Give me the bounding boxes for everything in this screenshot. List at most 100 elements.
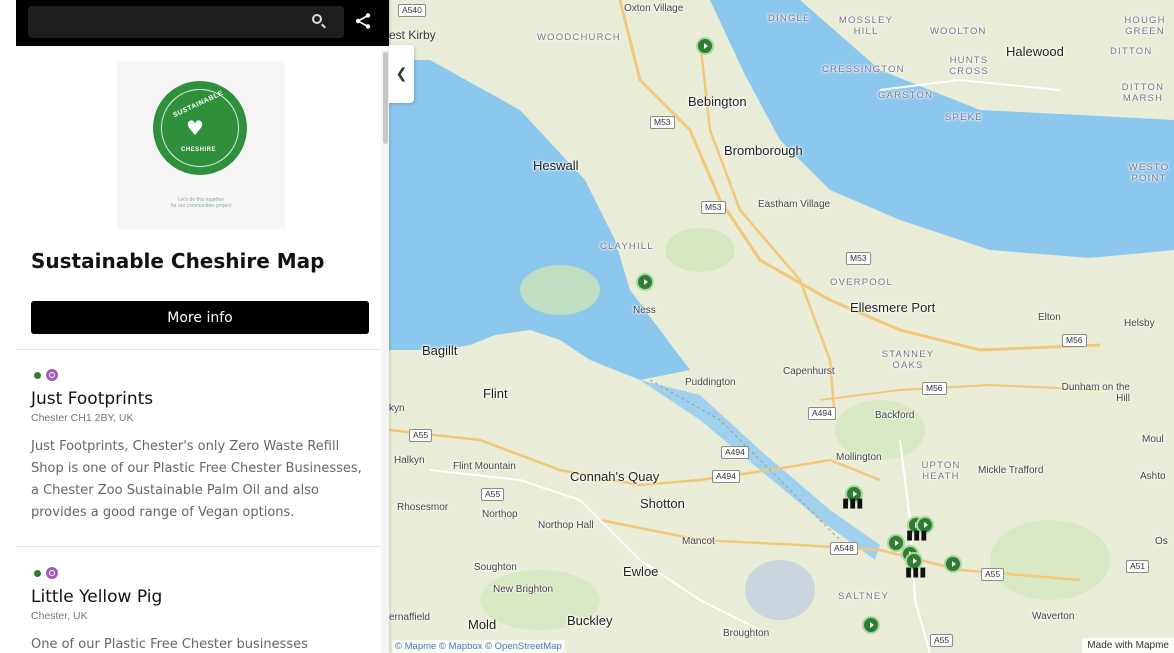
item-location: Chester CH1 2BY, UK: [31, 412, 134, 424]
heart-icon: ♥: [186, 116, 204, 140]
item-location: Chester, UK: [31, 610, 88, 622]
divider: [16, 546, 381, 547]
shop-icon: ▮▮▮: [906, 528, 928, 543]
road-shield: A51: [1126, 560, 1150, 573]
map-marker[interactable]: [944, 555, 962, 573]
map-place-label: kyn: [389, 403, 405, 414]
road-shield: A55: [930, 634, 954, 647]
map-place-label: Mancot: [682, 536, 715, 547]
map-place-label: Bagillt: [422, 343, 458, 358]
item-name: Little Yellow Pig: [31, 587, 163, 607]
road-shield: A540: [398, 4, 426, 17]
map-place-label: Eastham Village: [758, 199, 831, 210]
map-place-label: Mold: [468, 617, 497, 632]
more-info-button[interactable]: More info: [31, 301, 369, 334]
map-place-label: DINGLE: [768, 13, 811, 24]
shop-icon: ▮▮▮: [842, 496, 864, 511]
road-shield: A494: [712, 470, 740, 483]
road-shield: M53: [846, 252, 871, 265]
map-place-label: HOUGH GREEN: [1124, 15, 1166, 37]
road-shield: A55: [481, 488, 505, 501]
map-place-label: CRESSINGTON: [822, 64, 905, 75]
map-place-label: Bebington: [688, 94, 747, 109]
map-place-label: Soughton: [474, 562, 517, 573]
map-marker[interactable]: [696, 37, 714, 55]
map-marker[interactable]: [862, 616, 880, 634]
map-place-label: Northop: [482, 509, 518, 520]
page-title: Sustainable Cheshire Map: [31, 249, 325, 273]
collapse-sidebar-button[interactable]: ❮: [389, 45, 414, 103]
map-place-label: Halkyn: [394, 455, 425, 466]
map-place-label: Ewloe: [623, 564, 659, 579]
category-dots: [31, 369, 369, 381]
made-with-mapme[interactable]: Made with Mapme: [1082, 638, 1174, 653]
map-place-label: ernaffield: [389, 612, 430, 623]
map-marker[interactable]: [636, 273, 654, 291]
map-place-label: Oxton Village: [624, 3, 684, 14]
category-dots: [31, 567, 369, 579]
map-place-label: New Brighton: [493, 584, 554, 595]
map-place-label: SPEKE: [945, 112, 983, 123]
logo-badge: SUSTAINABLE ♥ CHESHIRE: [153, 81, 247, 175]
map-place-label: GARSTON: [878, 90, 934, 101]
road-shield: A494: [808, 407, 836, 420]
map-place-label: Ness: [633, 305, 656, 316]
search-input[interactable]: [28, 6, 344, 38]
map-place-label: OVERPOOL: [830, 277, 893, 288]
map-place-label: Puddington: [685, 377, 736, 388]
map-place-label: Flint: [483, 386, 508, 401]
search-bar: [16, 0, 389, 46]
map-place-label: Connah's Quay: [570, 469, 660, 484]
map-place-label: UPTON HEATH: [921, 460, 961, 482]
map-place-label: Dunham on the Hill: [1061, 382, 1130, 404]
map-place-label: Broughton: [723, 628, 770, 639]
map-place-label: Moul: [1142, 434, 1164, 445]
road-shield: M56: [922, 382, 947, 395]
map-place-label: SALTNEY: [838, 591, 889, 602]
road-shield: A55: [981, 568, 1005, 581]
map-place-label: Ashto: [1140, 471, 1166, 482]
road-shield: A55: [409, 429, 433, 442]
road-shield: M56: [1062, 334, 1087, 347]
road-shield: M53: [650, 116, 675, 129]
green-category-icon: [34, 372, 41, 379]
map-place-label: Buckley: [567, 613, 613, 628]
map-place-label: Ellesmere Port: [850, 300, 936, 315]
map-place-label: CLAYHILL: [600, 241, 654, 252]
map-attribution[interactable]: © Mapme © Mapbox © OpenStreetMap: [392, 640, 565, 653]
share-icon[interactable]: [354, 12, 372, 30]
green-category-icon: [34, 570, 41, 577]
map-place-label: Flint Mountain: [453, 461, 516, 472]
map-place-label: STANNEY OAKS: [881, 349, 935, 371]
map-place-label: Heswall: [533, 158, 579, 173]
sidebar: SUSTAINABLE ♥ CHESHIRE Let's do this tog…: [0, 0, 389, 653]
map-place-label: Halewood: [1006, 44, 1064, 59]
road-shield: A548: [830, 542, 858, 555]
logo-tagline: Let's do this together for our communiti…: [170, 197, 232, 209]
map-place-label: HUNTS CROSS: [949, 55, 989, 77]
map-place-label: Elton: [1038, 312, 1061, 323]
map-place-label: Mollington: [836, 452, 882, 463]
search-icon[interactable]: [312, 14, 322, 24]
map-place-label: Capenhurst: [783, 366, 835, 377]
item-name: Just Footprints: [31, 389, 154, 409]
purple-category-icon: [46, 369, 58, 381]
list-item[interactable]: Just Footprints Chester CH1 2BY, UK Just…: [31, 369, 369, 524]
map-place-label: DITTON MARSH: [1121, 82, 1165, 104]
logo-text-bottom: CHESHIRE: [181, 147, 217, 153]
map-place-label: Rhosesmor: [397, 502, 449, 513]
brand-logo: SUSTAINABLE ♥ CHESHIRE Let's do this tog…: [117, 61, 285, 229]
scrollbar-thumb[interactable]: [383, 52, 388, 144]
map-place-label: Mickle Trafford: [978, 465, 1044, 476]
item-description: Just Footprints, Chester's only Zero Was…: [31, 439, 362, 520]
map-place-label: Bromborough: [724, 143, 803, 158]
map-place-label: Northop Hall: [538, 520, 594, 531]
list-item[interactable]: Little Yellow Pig Chester, UK One of our…: [31, 567, 369, 653]
map-place-label: MOSSLEY HILL: [838, 15, 894, 37]
map-place-label: WOOLTON: [930, 26, 987, 37]
item-description: One of our Plastic Free Chester business…: [31, 637, 308, 652]
map-place-label: Os: [1155, 536, 1168, 547]
map-place-label: WESTO POINT: [1128, 162, 1170, 184]
map-place-label: Helsby: [1124, 318, 1155, 329]
map-place-label: Waverton: [1032, 611, 1075, 622]
